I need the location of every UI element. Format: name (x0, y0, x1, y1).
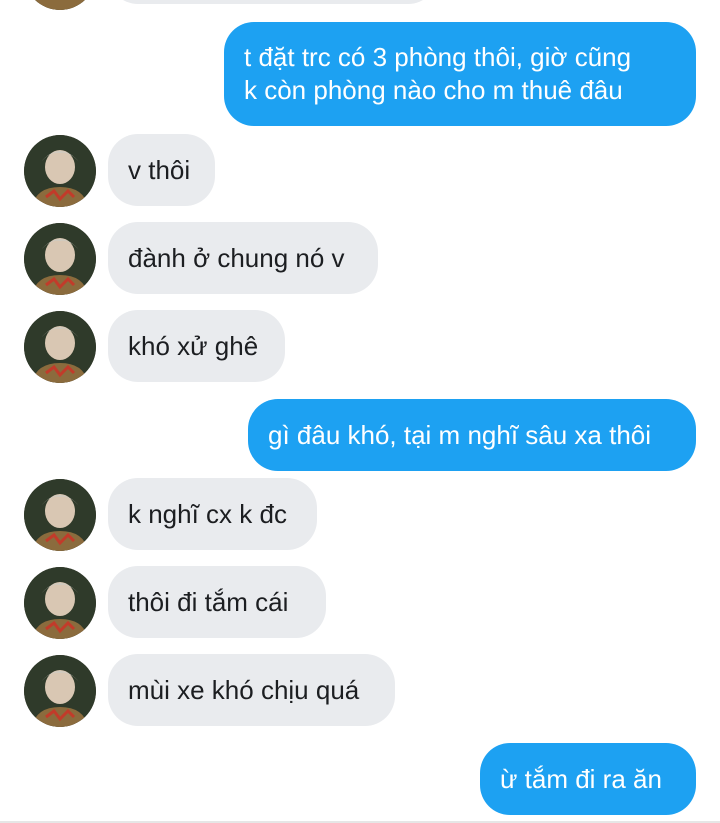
avatar[interactable] (24, 0, 96, 10)
message-text: khó xử ghê (128, 330, 259, 361)
avatar[interactable] (24, 135, 96, 207)
message-text: đành ở chung nó v (128, 242, 345, 273)
outgoing-message[interactable]: t đặt trc có 3 phòng thôi, giờ cũng k cò… (224, 22, 696, 126)
message-text: ừ tắm đi ra ăn (500, 763, 662, 794)
avatar[interactable] (24, 479, 96, 551)
message-text: gì đâu khó, tại m nghĩ sâu xa thôi (268, 419, 652, 450)
incoming-message[interactable]: đành ở chung nó v (108, 222, 378, 294)
message-text: mùi xe khó chịu quá (128, 674, 360, 705)
chat-thread: t đặt trc có 3 phòng thôi, giờ cũng k cò… (0, 0, 720, 823)
incoming-message[interactable]: thôi đi tắm cái (108, 566, 326, 638)
incoming-message[interactable]: khó xử ghê (108, 310, 285, 382)
incoming-message[interactable]: mùi xe khó chịu quá (108, 654, 395, 726)
message-text: thôi đi tắm cái (128, 586, 289, 617)
avatar[interactable] (24, 655, 96, 727)
outgoing-message[interactable]: ừ tắm đi ra ăn (480, 743, 696, 815)
incoming-message[interactable] (108, 0, 438, 4)
avatar[interactable] (24, 311, 96, 383)
avatar[interactable] (24, 567, 96, 639)
message-text: k nghĩ cx k đc (128, 498, 287, 529)
incoming-message[interactable]: k nghĩ cx k đc (108, 478, 317, 550)
incoming-message[interactable]: v thôi (108, 134, 215, 206)
message-text: t đặt trc có 3 phòng thôi, giờ cũng k cò… (244, 42, 632, 105)
avatar[interactable] (24, 223, 96, 295)
outgoing-message[interactable]: gì đâu khó, tại m nghĩ sâu xa thôi (248, 399, 696, 471)
message-text: v thôi (128, 154, 191, 185)
